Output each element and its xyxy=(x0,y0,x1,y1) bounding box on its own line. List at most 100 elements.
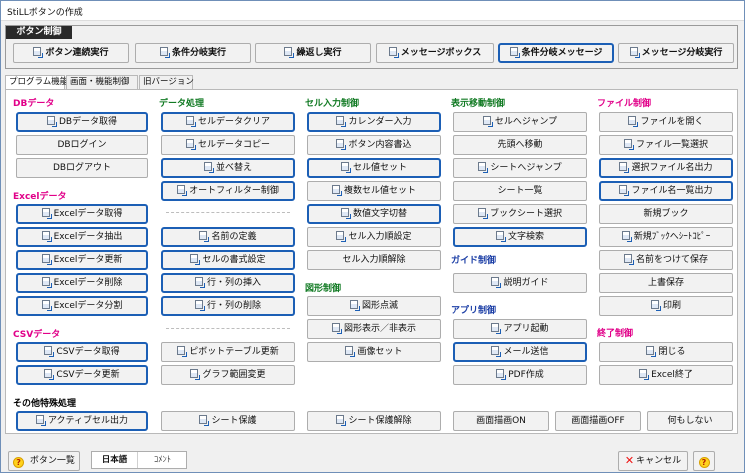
tab-old-version[interactable]: 旧バージョン xyxy=(139,75,194,89)
button-icon xyxy=(491,346,500,355)
button-icon xyxy=(194,300,203,309)
conditional-run-button[interactable]: 条件分岐実行 xyxy=(135,43,251,63)
excel-extract-button[interactable]: Excelデータ抽出 xyxy=(16,227,148,247)
window: StiLLボタンの作成 ボタン制御 ボタン連続実行 条件分岐実行 繰返し実行 メ… xyxy=(0,0,745,473)
excel-split-button[interactable]: Excelデータ分割 xyxy=(16,296,148,316)
sheet-jump-button[interactable]: シートへジャンプ xyxy=(453,158,587,178)
print-button[interactable]: 印刷 xyxy=(599,296,733,316)
cell-input-order-set-button[interactable]: セル入力順設定 xyxy=(307,227,441,247)
screen-draw-on-button[interactable]: 画面描画ON xyxy=(453,411,549,431)
cancel-button[interactable]: ✕ キャンセル xyxy=(618,451,688,471)
selected-file-output-button[interactable]: 選択ファイル名出力 xyxy=(599,158,733,178)
button-icon xyxy=(199,415,208,424)
button-icon xyxy=(177,185,186,194)
cell-input-order-clear-button[interactable]: セル入力順解除 xyxy=(307,250,441,270)
row-col-delete-button[interactable]: 行・列の削除 xyxy=(161,296,295,316)
conditional-message-button[interactable]: 条件分岐メッセージ xyxy=(498,43,614,63)
cell-copy-button[interactable]: セルデータコピー xyxy=(161,135,295,155)
db-get-button[interactable]: DBデータ取得 xyxy=(16,112,148,132)
button-icon xyxy=(336,415,345,424)
db-login-button[interactable]: DBログイン xyxy=(16,135,148,155)
message-branch-run-button[interactable]: メッセージ分岐実行 xyxy=(618,43,734,63)
lang-japanese-option[interactable]: 日本語 xyxy=(92,452,138,468)
message-box-button[interactable]: メッセージボックス xyxy=(376,43,494,63)
help-button[interactable]: ? xyxy=(693,451,715,471)
excel-update-button[interactable]: Excelデータ更新 xyxy=(16,250,148,270)
button-list-button[interactable]: ? ボタン一覧 xyxy=(8,451,80,471)
sheet-protect-button[interactable]: シート保護 xyxy=(161,411,295,431)
button-icon xyxy=(159,47,168,56)
category-shape: 図形制御 xyxy=(305,284,342,294)
cell-format-button[interactable]: セルの書式設定 xyxy=(161,250,295,270)
sheet-unprotect-button[interactable]: シート保護解除 xyxy=(307,411,441,431)
button-icon xyxy=(41,277,50,286)
active-cell-output-button[interactable]: アクティブセル出力 xyxy=(16,411,148,431)
button-icon xyxy=(623,139,632,148)
numeric-char-switch-button[interactable]: 数値文字切替 xyxy=(307,204,441,224)
file-list-select-button[interactable]: ファイル一覧選択 xyxy=(599,135,733,155)
description-guide-button[interactable]: 説明ガイド xyxy=(453,273,587,293)
window-title: StiLLボタンの作成 xyxy=(7,8,83,18)
button-sequential-run-button[interactable]: ボタン連続実行 xyxy=(13,43,129,63)
row-col-insert-button[interactable]: 行・列の挿入 xyxy=(161,273,295,293)
text-search-button[interactable]: 文字検索 xyxy=(453,227,587,247)
sort-button[interactable]: 並べ替え xyxy=(161,158,295,178)
overwrite-save-button[interactable]: 上書保存 xyxy=(599,273,733,293)
button-icon xyxy=(331,185,340,194)
button-icon xyxy=(185,116,194,125)
shape-blink-button[interactable]: 図形点滅 xyxy=(307,296,441,316)
button-icon xyxy=(388,47,397,56)
move-to-top-button[interactable]: 先頭へ移動 xyxy=(453,135,587,155)
screen-draw-off-button[interactable]: 画面描画OFF xyxy=(555,411,641,431)
cell-jump-button[interactable]: セルへジャンプ xyxy=(453,112,587,132)
tab-program-functions[interactable]: プログラム機能 xyxy=(5,75,68,90)
sheet-list-button[interactable]: シート一覧 xyxy=(453,181,587,201)
pivot-update-button[interactable]: ピボットテーブル更新 xyxy=(161,342,295,362)
shape-show-hide-button[interactable]: 図形表示／非表示 xyxy=(307,319,441,339)
category-db: DBデータ xyxy=(13,99,55,109)
repeat-run-button[interactable]: 繰返し実行 xyxy=(255,43,371,63)
button-icon xyxy=(650,300,659,309)
db-logout-button[interactable]: DBログアウト xyxy=(16,158,148,178)
save-as-button[interactable]: 名前をつけて保存 xyxy=(599,250,733,270)
excel-get-button[interactable]: Excelデータ取得 xyxy=(16,204,148,224)
button-icon xyxy=(336,231,345,240)
cell-clear-button[interactable]: セルデータクリア xyxy=(161,112,295,132)
button-content-write-button[interactable]: ボタン内容書込 xyxy=(307,135,441,155)
button-icon xyxy=(185,139,194,148)
cell-value-set-button[interactable]: セル値セット xyxy=(307,158,441,178)
button-icon xyxy=(284,47,293,56)
multi-cell-value-set-button[interactable]: 複数セル値セット xyxy=(307,181,441,201)
category-exit: 終了制御 xyxy=(597,329,634,339)
button-icon xyxy=(33,47,42,56)
name-define-button[interactable]: 名前の定義 xyxy=(161,227,295,247)
tab-screen-function-control[interactable]: 画面・機能制御 xyxy=(66,75,138,89)
book-sheet-select-button[interactable]: ブックシート選択 xyxy=(453,204,587,224)
csv-update-button[interactable]: CSVデータ更新 xyxy=(16,365,148,385)
button-control-group: ボタン制御 ボタン連続実行 条件分岐実行 繰返し実行 メッセージボックス 条件分… xyxy=(5,25,738,69)
button-icon xyxy=(621,231,630,240)
file-name-list-output-button[interactable]: ファイル名一覧出力 xyxy=(599,181,733,201)
button-icon xyxy=(477,208,486,217)
category-cell-input: セル入力制御 xyxy=(305,99,360,109)
button-icon xyxy=(491,277,500,286)
category-file: ファイル制御 xyxy=(597,99,652,109)
mail-send-button[interactable]: メール送信 xyxy=(453,342,587,362)
excel-exit-button[interactable]: Excel終了 xyxy=(599,365,733,385)
pdf-create-button[interactable]: PDF作成 xyxy=(453,365,587,385)
graph-range-button[interactable]: グラフ範囲変更 xyxy=(161,365,295,385)
lang-comment-option[interactable]: ｺﾒﾝﾄ xyxy=(139,452,186,468)
autofilter-button[interactable]: オートフィルター制御 xyxy=(161,181,295,201)
category-app: アプリ制御 xyxy=(451,306,497,316)
calendar-input-button[interactable]: カレンダー入力 xyxy=(307,112,441,132)
new-book-sheet-copy-button[interactable]: 新規ﾌﾞｯｸへｼｰﾄｺﾋﾟｰ xyxy=(599,227,733,247)
new-book-button[interactable]: 新規ブック xyxy=(599,204,733,224)
close-button[interactable]: 閉じる xyxy=(599,342,733,362)
csv-get-button[interactable]: CSVデータ取得 xyxy=(16,342,148,362)
file-open-button[interactable]: ファイルを開く xyxy=(599,112,733,132)
image-set-button[interactable]: 画像セット xyxy=(307,342,441,362)
excel-delete-button[interactable]: Excelデータ削除 xyxy=(16,273,148,293)
app-launch-button[interactable]: アプリ起動 xyxy=(453,319,587,339)
do-nothing-button[interactable]: 何もしない xyxy=(647,411,733,431)
button-control-title: ボタン制御 xyxy=(6,26,72,39)
